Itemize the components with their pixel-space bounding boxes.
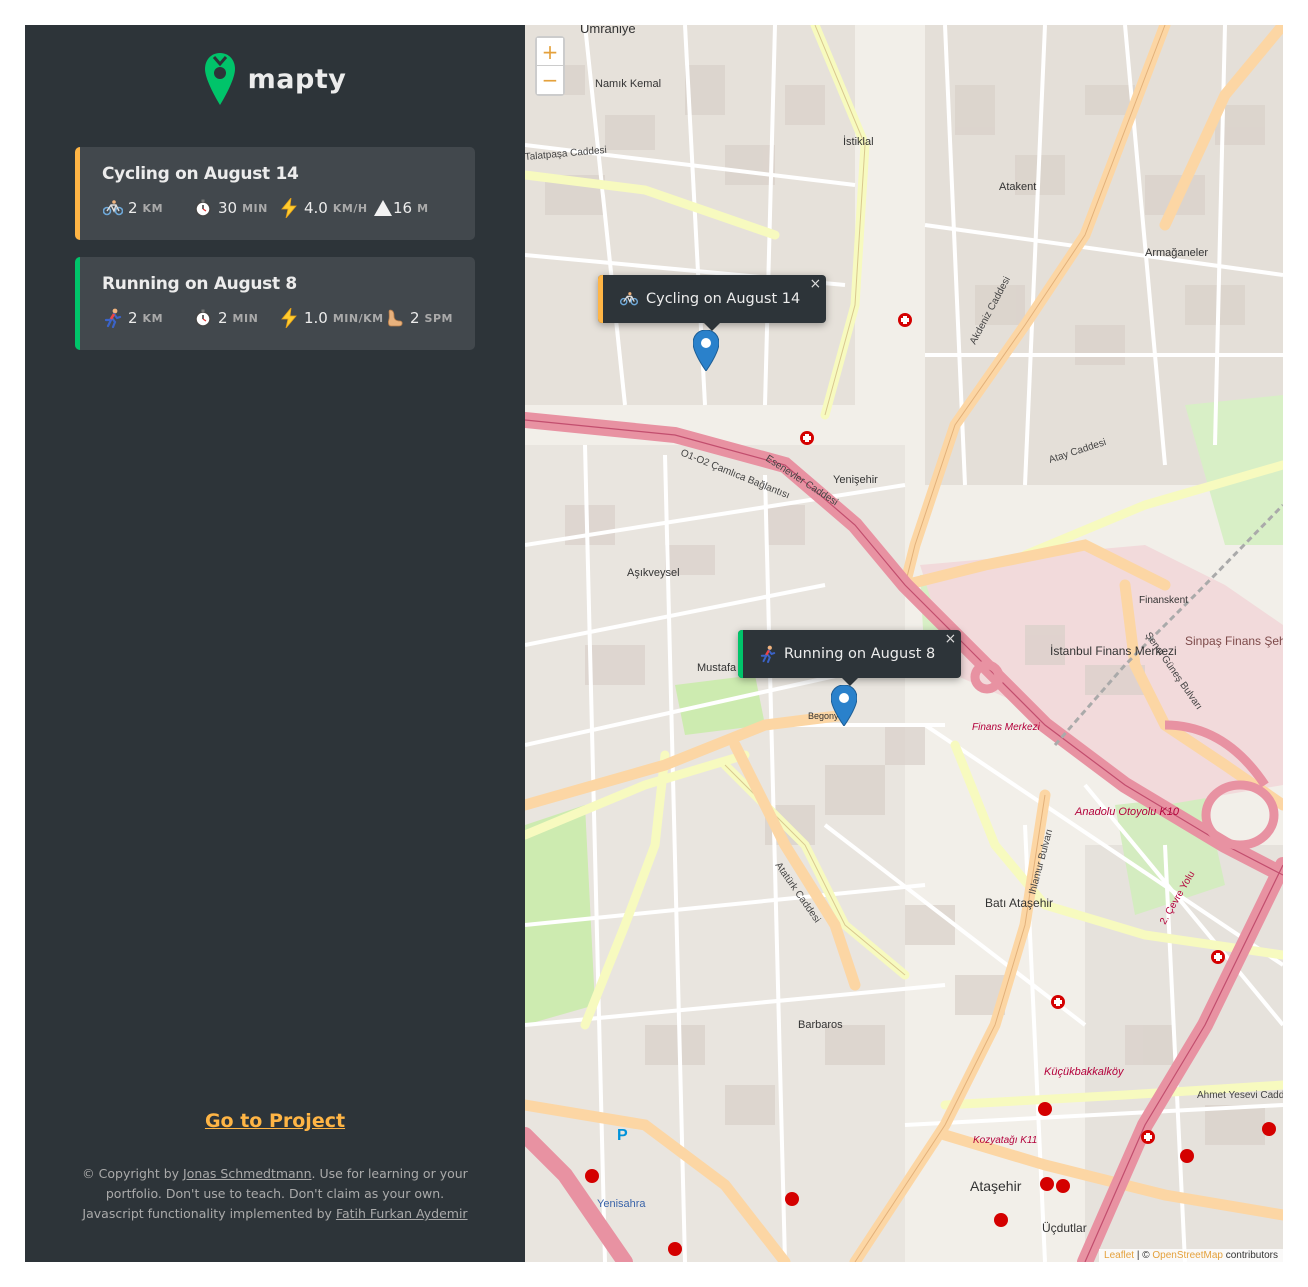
- svg-text:Anadolu Otoyolu K10: Anadolu Otoyolu K10: [1074, 806, 1180, 818]
- workouts-list: Cycling on August 14 2 km 30: [75, 147, 475, 367]
- popup-running[interactable]: Running on August 8 ×: [738, 630, 962, 686]
- svg-text:Finans Merkezi: Finans Merkezi: [972, 722, 1041, 733]
- mountain-icon: [374, 200, 392, 216]
- workout-distance: 2 km: [102, 308, 192, 328]
- place-label: Ataşehir: [970, 1178, 1022, 1194]
- logo: mapty: [25, 53, 525, 105]
- place-label: Aşıkveysel: [627, 567, 680, 579]
- place-label: Üçdutlar: [1042, 1221, 1087, 1235]
- workout-cadence: 2 spm: [384, 309, 453, 327]
- map-pin-logo-icon: [204, 53, 235, 105]
- place-label: Armağaneler: [1145, 247, 1208, 259]
- map-attribution: Leaflet | © OpenStreetMap contributors: [1099, 1249, 1283, 1262]
- bicycle-icon: [620, 292, 638, 306]
- author-link[interactable]: Jonas Schmedtmann: [183, 1166, 312, 1181]
- stopwatch-icon: [192, 199, 214, 217]
- runner-icon: [760, 645, 776, 663]
- workout-duration: 30 min: [192, 199, 278, 217]
- place-label: Namık Kemal: [595, 78, 661, 90]
- place-label: Yenisahra: [597, 1198, 646, 1210]
- lightning-icon: [278, 308, 300, 328]
- workout-pace: 1.0 min/km: [278, 308, 384, 328]
- runner-icon: [102, 308, 124, 328]
- sidebar-footer: Go to Project © Copyright by Jonas Schme…: [25, 1110, 525, 1224]
- workout-speed: 4.0 km/h: [278, 198, 374, 218]
- implementer-link[interactable]: Fatih Furkan Aydemir: [336, 1206, 468, 1221]
- sidebar: mapty Cycling on August 14 2 km: [25, 25, 525, 1262]
- close-icon[interactable]: ×: [945, 631, 957, 647]
- workout-title: Cycling on August 14: [102, 164, 299, 184]
- svg-text:Kozyatağı K11: Kozyatağı K11: [973, 1135, 1037, 1146]
- place-label: Batı Ataşehir: [985, 896, 1053, 910]
- workout-card-cycling[interactable]: Cycling on August 14 2 km 30: [75, 147, 475, 240]
- app: mapty Cycling on August 14 2 km: [25, 25, 1283, 1262]
- place-label: Yenişehir: [833, 474, 878, 486]
- svg-text:P: P: [617, 1127, 628, 1144]
- place-label: Barbaros: [798, 1019, 843, 1031]
- map-marker-icon[interactable]: [693, 330, 719, 371]
- popup-label: Running on August 8: [784, 646, 936, 662]
- leaflet-link[interactable]: Leaflet: [1104, 1250, 1134, 1261]
- place-label: İstiklal: [843, 135, 874, 148]
- copyright-text: © Copyright by Jonas Schmedtmann. Use fo…: [82, 1166, 468, 1221]
- foot-icon: [384, 309, 406, 327]
- workout-title: Running on August 8: [102, 274, 297, 294]
- place-label: Finanskent: [1139, 595, 1188, 606]
- osm-link[interactable]: OpenStreetMap: [1152, 1250, 1223, 1261]
- workout-elevation: 16 m: [374, 199, 429, 217]
- workout-distance: 2 km: [102, 199, 192, 217]
- place-label: Mustafa: [697, 662, 737, 674]
- workout-card-running[interactable]: Running on August 8 2 km 2 m: [75, 257, 475, 350]
- stopwatch-icon: [192, 309, 214, 327]
- place-label: Sinpaş Finans Şehir: [1185, 634, 1283, 648]
- workout-duration: 2 min: [192, 309, 278, 327]
- zoom-in-button[interactable]: +: [537, 38, 563, 66]
- svg-text:Ahmet Yesevi Cadd: Ahmet Yesevi Cadd: [1197, 1090, 1283, 1101]
- map-marker-icon[interactable]: [831, 685, 857, 726]
- go-to-project-link[interactable]: Go to Project: [205, 1110, 345, 1132]
- bicycle-icon: [102, 200, 124, 216]
- map[interactable]: P Ümraniye İstiklal Atakent Armağaneler …: [525, 25, 1283, 1262]
- popup-label: Cycling on August 14: [646, 291, 801, 307]
- close-icon[interactable]: ×: [809, 276, 821, 292]
- zoom-control: + −: [535, 36, 565, 96]
- place-label: Ümraniye: [580, 25, 636, 36]
- popup-cycling[interactable]: Cycling on August 14 ×: [598, 275, 827, 331]
- lightning-icon: [278, 198, 300, 218]
- zoom-out-button[interactable]: −: [537, 66, 563, 94]
- place-label: Küçükbakkalköy: [1044, 1066, 1125, 1078]
- place-label: Atakent: [999, 181, 1036, 193]
- logo-text: mapty: [247, 63, 347, 95]
